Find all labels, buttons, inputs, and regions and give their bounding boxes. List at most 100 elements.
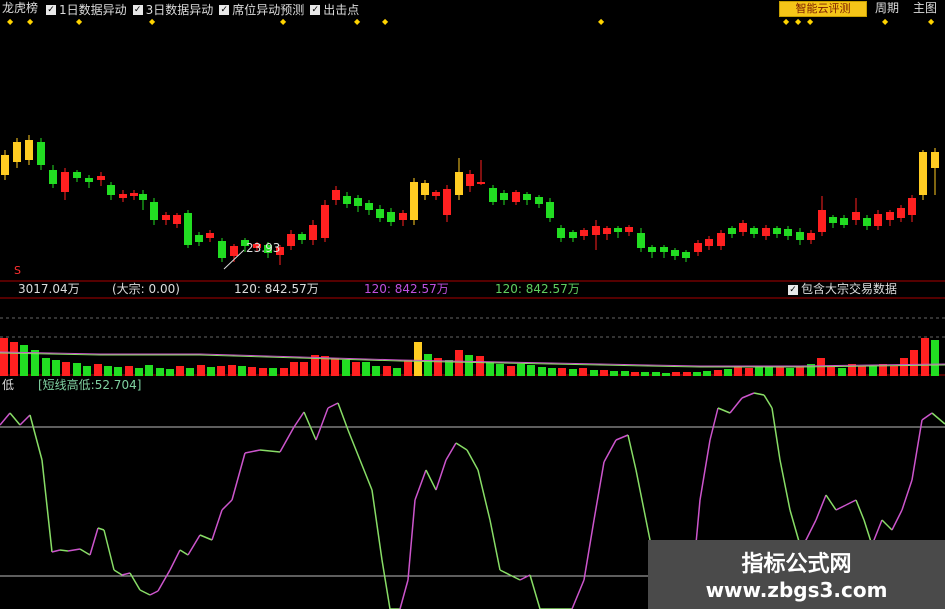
volume-bar	[176, 366, 184, 376]
oscillator-segment	[149, 590, 159, 596]
candle	[130, 193, 138, 196]
oscillator-segment	[753, 392, 765, 396]
volume-ma2: 120: 842.57万	[364, 282, 449, 296]
volume-bar	[590, 370, 598, 376]
volume-bar	[786, 368, 794, 376]
volume-bar	[156, 368, 164, 376]
candle	[139, 194, 147, 200]
volume-bar	[900, 358, 908, 376]
volume-bar	[125, 366, 133, 376]
volume-bar	[631, 372, 639, 376]
oscillator-segment	[825, 494, 837, 511]
candle	[150, 202, 158, 220]
candle	[25, 140, 33, 160]
oscillator-segment	[583, 519, 595, 581]
oscillator-segment	[231, 452, 246, 501]
volume-bar	[672, 372, 680, 376]
candle	[376, 209, 384, 218]
oscillator-segment	[741, 392, 755, 399]
candle	[443, 189, 451, 215]
volume-bar	[228, 365, 236, 376]
oscillator-segment	[293, 411, 305, 428]
volume-bar	[290, 362, 298, 376]
candle	[874, 214, 882, 226]
oscillator-segment	[29, 414, 43, 461]
candle	[410, 182, 418, 220]
volume-bar	[517, 364, 525, 376]
volume-bar	[217, 366, 225, 376]
volume-bar	[621, 371, 629, 376]
candle	[421, 183, 429, 195]
oscillator-segment	[371, 489, 383, 561]
volume-bar	[579, 368, 587, 376]
candle	[500, 193, 508, 200]
candle	[512, 192, 520, 202]
candle	[218, 241, 226, 258]
volume-value: 3017.04万	[18, 282, 80, 296]
volume-bar	[42, 358, 50, 376]
volume-bar	[393, 368, 401, 376]
volume-bar	[910, 350, 918, 376]
volume-bar	[73, 363, 81, 376]
candle	[195, 235, 203, 242]
candle	[603, 228, 611, 234]
candle	[592, 226, 600, 235]
candle	[455, 172, 463, 195]
oscillator-segment	[881, 519, 893, 531]
volume-bar	[62, 362, 70, 376]
candle	[546, 202, 554, 218]
volume-bar	[838, 368, 846, 376]
include-block-trade-checkbox[interactable]: ✓ 包含大宗交易数据	[788, 282, 897, 297]
watermark-title: 指标公式网	[741, 552, 852, 577]
candle	[287, 234, 295, 246]
chart-canvas: 23.93 S	[0, 135, 945, 609]
oscillator-segment	[635, 469, 647, 521]
candle	[682, 252, 690, 258]
candle	[399, 213, 407, 220]
oscillator-segment	[113, 569, 123, 576]
oscillator-segment	[157, 569, 171, 592]
block-trade-value: (大宗: 0.00)	[112, 282, 180, 296]
candle	[13, 142, 21, 162]
oscillator-segment	[489, 519, 501, 571]
candle	[919, 152, 927, 195]
volume-bar	[476, 356, 484, 376]
candle	[796, 232, 804, 240]
volume-bar	[858, 366, 866, 376]
candle	[739, 223, 747, 232]
volume-bar	[383, 366, 391, 376]
candle	[750, 228, 758, 234]
volume-bar	[486, 362, 494, 376]
volume-bar	[404, 360, 412, 376]
candle	[332, 190, 340, 200]
candle	[107, 185, 115, 195]
candle	[705, 239, 713, 246]
oscillator-segment	[931, 412, 945, 425]
candle	[85, 178, 93, 182]
oscillator-segment	[67, 548, 81, 552]
oscillator-segment	[103, 529, 115, 571]
candle	[807, 233, 815, 240]
volume-bar	[52, 360, 60, 376]
candle	[784, 229, 792, 236]
volume-bar	[869, 366, 877, 376]
oscillator-segment	[717, 407, 731, 414]
volume-bar	[600, 370, 608, 376]
candle	[97, 176, 105, 180]
volume-bar	[610, 371, 618, 376]
volume-bar	[776, 367, 784, 376]
oscillator-segment	[835, 504, 847, 511]
volume-bar	[465, 355, 473, 376]
candle	[625, 227, 633, 232]
oscillator-segment	[901, 479, 913, 511]
oscillator-segment	[445, 442, 457, 461]
candle	[886, 212, 894, 220]
volume-bar	[248, 367, 256, 376]
oscillator-segment	[466, 449, 479, 471]
volume-bar	[538, 367, 546, 376]
volume-bar	[269, 368, 277, 376]
oscillator-segment	[337, 402, 349, 431]
candle	[569, 232, 577, 238]
volume-bar	[827, 366, 835, 376]
volume-bar	[703, 371, 711, 376]
